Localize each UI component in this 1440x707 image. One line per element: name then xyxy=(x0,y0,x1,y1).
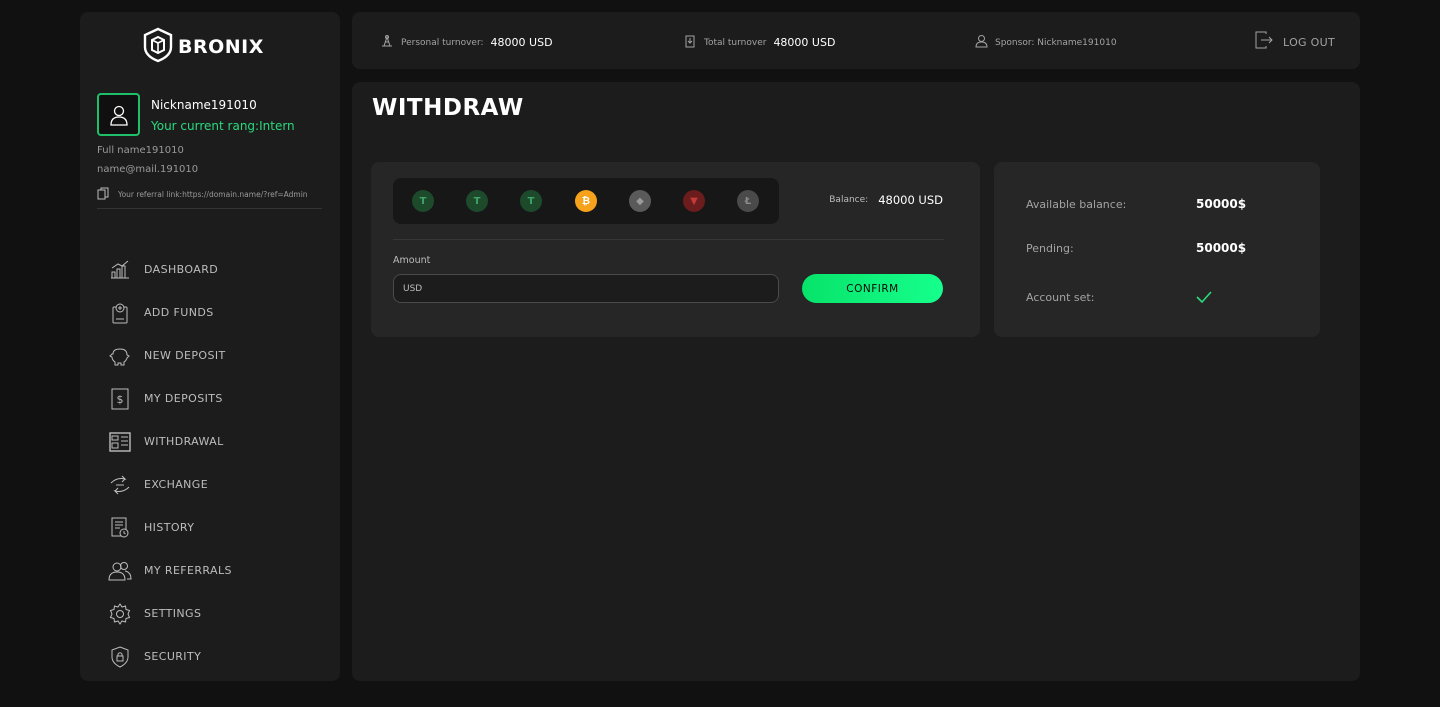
sidebar-item-new-deposit[interactable]: NEW DEPOSIT xyxy=(108,334,328,377)
pending-row: Pending: 50000$ xyxy=(1026,241,1246,255)
sponsor: Sponsor: Nickname191010 xyxy=(975,33,1117,52)
coin-selector: T T T ₿ ◆ ▼ Ł xyxy=(393,178,779,224)
page-title: WITHDRAW xyxy=(372,95,524,121)
gear-icon xyxy=(108,602,132,626)
coin-bitcoin-button[interactable]: ₿ xyxy=(575,190,597,212)
sidebar-item-label: WITHDRAWAL xyxy=(144,435,224,448)
sidebar-item-label: NEW DEPOSIT xyxy=(144,349,226,362)
referral-link[interactable]: Your referral link:https://domain.name/?… xyxy=(97,185,308,204)
sidebar-item-settings[interactable]: SETTINGS xyxy=(108,592,328,635)
total-turnover-label: Total turnover xyxy=(704,37,767,48)
sidebar-item-label: EXCHANGE xyxy=(144,478,209,491)
sidebar-item-add-funds[interactable]: ADD FUNDS xyxy=(108,291,328,334)
wallet-icon xyxy=(108,430,132,454)
profile-nickname: Nickname191010 xyxy=(151,98,257,112)
sidebar-item-withdrawal[interactable]: WITHDRAWAL xyxy=(108,420,328,463)
coin-tether-bep-button[interactable]: T xyxy=(520,190,542,212)
withdraw-card: T T T ₿ ◆ ▼ Ł Balance: 48000 USD Amount … xyxy=(371,162,980,337)
ethereum-icon: ◆ xyxy=(636,195,644,207)
account-set-row: Account set: xyxy=(1026,288,1212,307)
pending-value: 50000$ xyxy=(1196,241,1247,255)
top-bar: Personal turnover: 48000 USD Total turno… xyxy=(352,12,1360,69)
total-turnover-icon xyxy=(683,33,697,52)
pending-label: Pending: xyxy=(1026,241,1074,255)
sidebar-item-label: MY REFERRALS xyxy=(144,564,232,577)
confirm-button[interactable]: CONFIRM xyxy=(802,274,943,303)
logout-button[interactable]: LOG OUT xyxy=(1255,31,1335,53)
balance-label: Balance: xyxy=(829,195,869,205)
sidebar-nav: DASHBOARD ADD FUNDS NEW DEPOSIT $ MY DEP… xyxy=(108,248,328,678)
copy-icon[interactable] xyxy=(97,185,109,204)
available-balance-row: Available balance: 50000$ xyxy=(1026,197,1246,211)
tether-icon: T xyxy=(419,195,427,207)
logo[interactable]: BRONIX xyxy=(142,27,264,67)
sidebar-item-label: SETTINGS xyxy=(144,607,202,620)
sidebar-item-security[interactable]: SECURITY xyxy=(108,635,328,678)
account-set-label: Account set: xyxy=(1026,291,1095,304)
summary-card: Available balance: 50000$ Pending: 50000… xyxy=(994,162,1320,337)
coin-ethereum-button[interactable]: ◆ xyxy=(629,190,651,212)
sidebar-item-label: DASHBOARD xyxy=(144,263,219,276)
amount-input[interactable] xyxy=(393,274,779,303)
exchange-icon xyxy=(108,473,132,497)
sidebar-item-label: SECURITY xyxy=(144,650,202,663)
user-icon xyxy=(109,105,128,126)
referral-link-text: Your referral link:https://domain.name/?… xyxy=(118,190,308,199)
check-icon xyxy=(1196,288,1212,307)
sponsor-text: Sponsor: Nickname191010 xyxy=(995,37,1117,48)
balance: Balance: 48000 USD xyxy=(829,193,943,207)
tron-icon: ▼ xyxy=(690,195,698,207)
sidebar-item-label: HISTORY xyxy=(144,521,195,534)
sidebar-item-my-referrals[interactable]: MY REFERRALS xyxy=(108,549,328,592)
tether-bep-icon: T xyxy=(527,195,535,207)
coin-litecoin-button[interactable]: Ł xyxy=(737,190,759,212)
sidebar-item-dashboard[interactable]: DASHBOARD xyxy=(108,248,328,291)
personal-turnover: Personal turnover: 48000 USD xyxy=(380,33,553,52)
available-balance-label: Available balance: xyxy=(1026,197,1127,211)
chart-bars-icon xyxy=(108,258,132,282)
coin-tether-button[interactable]: T xyxy=(412,190,434,212)
sidebar-item-history[interactable]: HISTORY xyxy=(108,506,328,549)
sponsor-user-icon xyxy=(975,33,988,52)
logo-shield-icon xyxy=(142,27,174,67)
shield-lock-icon xyxy=(108,645,132,669)
dollar-doc-icon: $ xyxy=(108,387,132,411)
personal-turnover-value: 48000 USD xyxy=(490,36,553,49)
sidebar-item-label: MY DEPOSITS xyxy=(144,392,223,405)
balance-value: 48000 USD xyxy=(878,193,943,207)
piggy-bank-icon xyxy=(108,344,132,368)
total-turnover: Total turnover 48000 USD xyxy=(683,33,835,52)
users-icon xyxy=(108,559,132,583)
sidebar: BRONIX Nickname191010 Your current rang:… xyxy=(80,12,340,681)
sidebar-item-my-deposits[interactable]: $ MY DEPOSITS xyxy=(108,377,328,420)
personal-turnover-icon xyxy=(380,33,394,52)
profile-email: name@mail.191010 xyxy=(97,164,199,175)
sidebar-item-exchange[interactable]: EXCHANGE xyxy=(108,463,328,506)
avatar[interactable] xyxy=(97,93,140,136)
profile-rang: Your current rang:Intern xyxy=(151,119,295,133)
tether-trc-icon: T xyxy=(473,195,481,207)
coin-tether-trc-button[interactable]: T xyxy=(466,190,488,212)
sidebar-item-label: ADD FUNDS xyxy=(144,306,214,319)
svg-text:$: $ xyxy=(117,393,124,406)
bitcoin-icon: ₿ xyxy=(581,195,591,207)
available-balance-value: 50000$ xyxy=(1196,197,1247,211)
logout-label: LOG OUT xyxy=(1283,35,1335,49)
personal-turnover-label: Personal turnover: xyxy=(401,37,484,48)
profile-full-name: Full name191010 xyxy=(97,145,184,156)
main-panel: WITHDRAW T T T ₿ ◆ ▼ Ł Balance: 48000 US… xyxy=(352,82,1360,681)
sidebar-divider xyxy=(97,208,322,209)
logout-icon xyxy=(1255,31,1273,53)
total-turnover-value: 48000 USD xyxy=(773,36,836,49)
coin-tron-button[interactable]: ▼ xyxy=(683,190,705,212)
card-divider xyxy=(393,239,944,240)
history-doc-icon xyxy=(108,516,132,540)
amount-label: Amount xyxy=(393,255,431,266)
litecoin-icon: Ł xyxy=(744,195,752,207)
logo-text: BRONIX xyxy=(178,36,264,58)
add-funds-icon xyxy=(108,301,132,325)
